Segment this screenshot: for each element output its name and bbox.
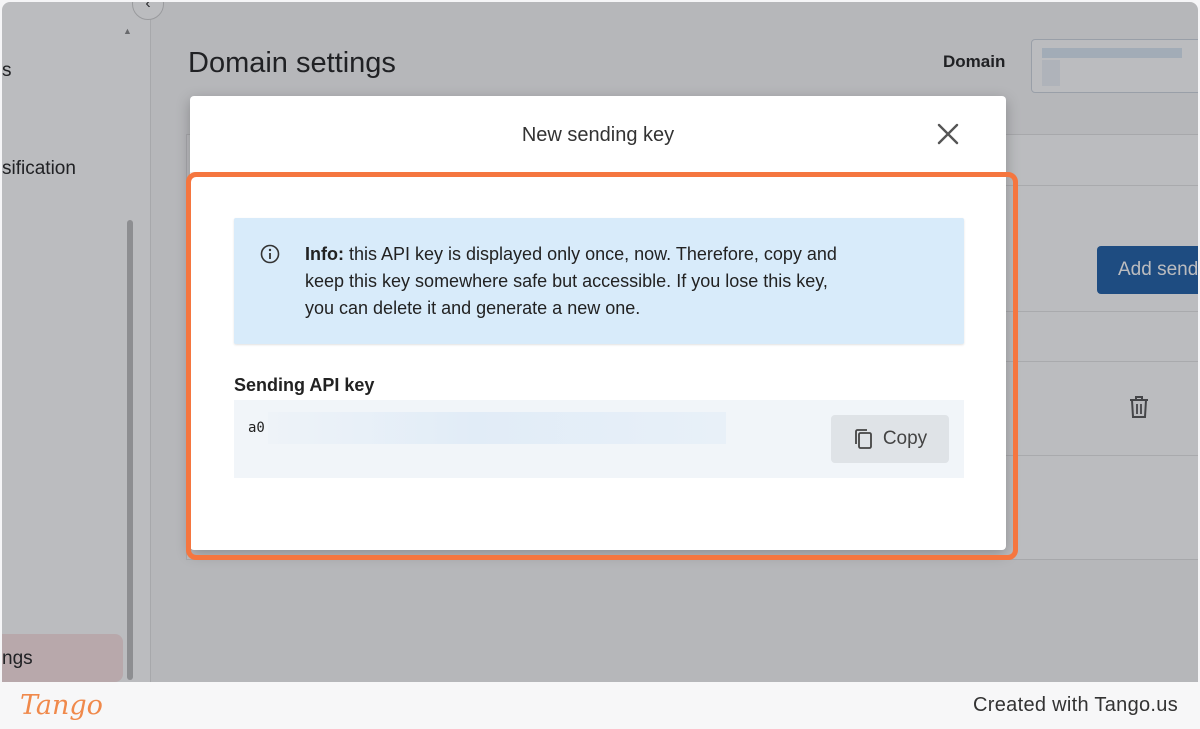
modal-header: New sending key <box>190 96 1006 173</box>
created-with-text: Created with Tango.us <box>973 694 1178 716</box>
highlight-annotation <box>186 172 1018 560</box>
tango-footer: Tango Created with Tango.us <box>0 682 1200 729</box>
close-icon[interactable] <box>935 121 961 147</box>
modal-title: New sending key <box>521 124 675 146</box>
tango-logo: Tango <box>20 690 103 721</box>
